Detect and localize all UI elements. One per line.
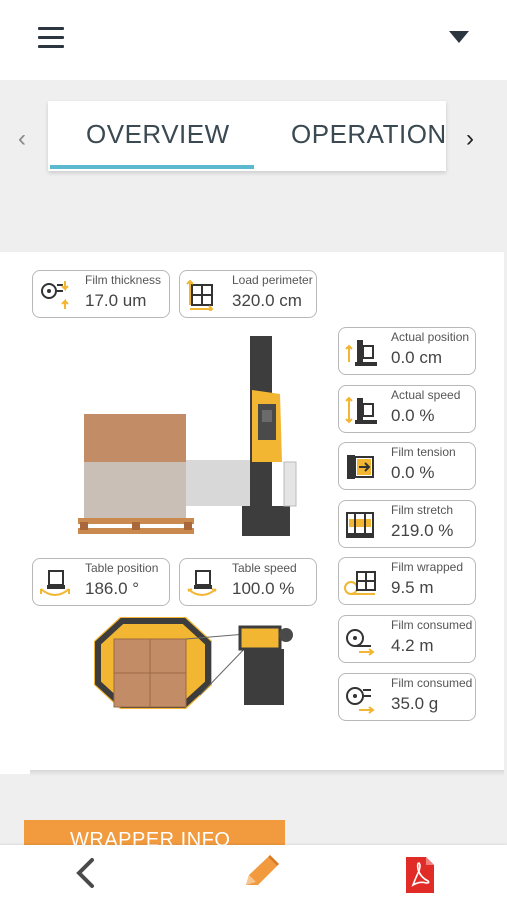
metric-value: 320.0 cm [232,291,302,310]
metric-film-consumed-weight: Film consumed 35.0 g [338,673,476,721]
metric-label: Table position [85,561,159,575]
pdf-icon[interactable] [404,855,436,895]
metric-film-tension: Film tension 0.0 % [338,442,476,490]
film-consumed-weight-icon [346,687,375,714]
metric-value: 17.0 um [85,291,147,310]
metric-label: Film wrapped [391,560,464,574]
load-perimeter-icon [186,279,214,311]
metric-value: 0.0 % [391,406,435,425]
wrapper-machine-top-illustration [94,617,293,709]
metric-value: 0.0 % [391,463,435,482]
card-left-margin [0,252,30,774]
metric-label: Film consumed [391,676,473,690]
actual-speed-icon [345,396,377,424]
active-tab-indicator [50,165,254,169]
metric-film-wrapped: Film wrapped 9.5 m [338,557,476,605]
tabs-next-arrow-icon[interactable]: › [466,125,474,153]
film-stretch-icon [346,512,374,538]
tab-operational[interactable]: OPERATIONAL [291,101,446,171]
metric-actual-position: Actual position 0.0 cm [338,327,476,375]
wrapper-machine-side-illustration [78,336,297,536]
card-shadow [30,770,504,776]
metric-value: 4.2 m [391,636,434,655]
bottom-nav-bar [0,845,507,900]
film-consumed-length-icon [346,629,375,656]
metric-film-stretch: Film stretch 219.0 % [338,500,476,548]
back-chevron-icon[interactable] [72,857,98,889]
metric-table-speed: Table speed 100.0 % [179,558,317,606]
film-thickness-icon [41,281,69,309]
metric-label: Actual speed [391,388,461,402]
metric-label: Actual position [391,330,470,344]
metric-value: 186.0 ° [85,579,140,598]
metric-label: Film stretch [391,503,454,517]
metric-label: Film consumed [391,618,473,632]
pencil-icon[interactable] [240,855,280,893]
metric-value: 9.5 m [391,578,434,597]
metric-value: 100.0 % [232,579,295,598]
metric-value: 35.0 g [391,694,439,713]
metric-label: Table speed [232,561,297,575]
metric-load-perimeter: Load perimeter 320.0 cm [179,270,317,318]
dropdown-arrow-icon[interactable] [449,31,469,43]
actual-position-icon [345,340,377,366]
metric-label: Load perimeter [232,273,313,287]
metric-film-thickness: Film thickness 17.0 um [32,270,170,318]
metric-value: 0.0 cm [391,348,443,367]
table-speed-icon [187,570,217,596]
metric-label: Film thickness [85,273,162,287]
metric-value: 219.0 % [391,521,454,540]
metric-table-position: Table position 186.0 ° [32,558,170,606]
film-wrapped-icon [344,571,376,595]
table-position-icon [40,570,70,596]
hamburger-menu-icon[interactable] [38,27,64,49]
tabs-prev-arrow-icon[interactable]: ‹ [18,125,26,153]
metric-actual-speed: Actual speed 0.0 % [338,385,476,433]
tab-strip: OVERVIEW OPERATIONAL [48,101,446,171]
top-bar [0,0,507,80]
metric-film-consumed-length: Film consumed 4.2 m [338,615,476,663]
tab-overview[interactable]: OVERVIEW [86,101,230,171]
metric-label: Film tension [391,445,456,459]
film-tension-icon [347,455,374,479]
